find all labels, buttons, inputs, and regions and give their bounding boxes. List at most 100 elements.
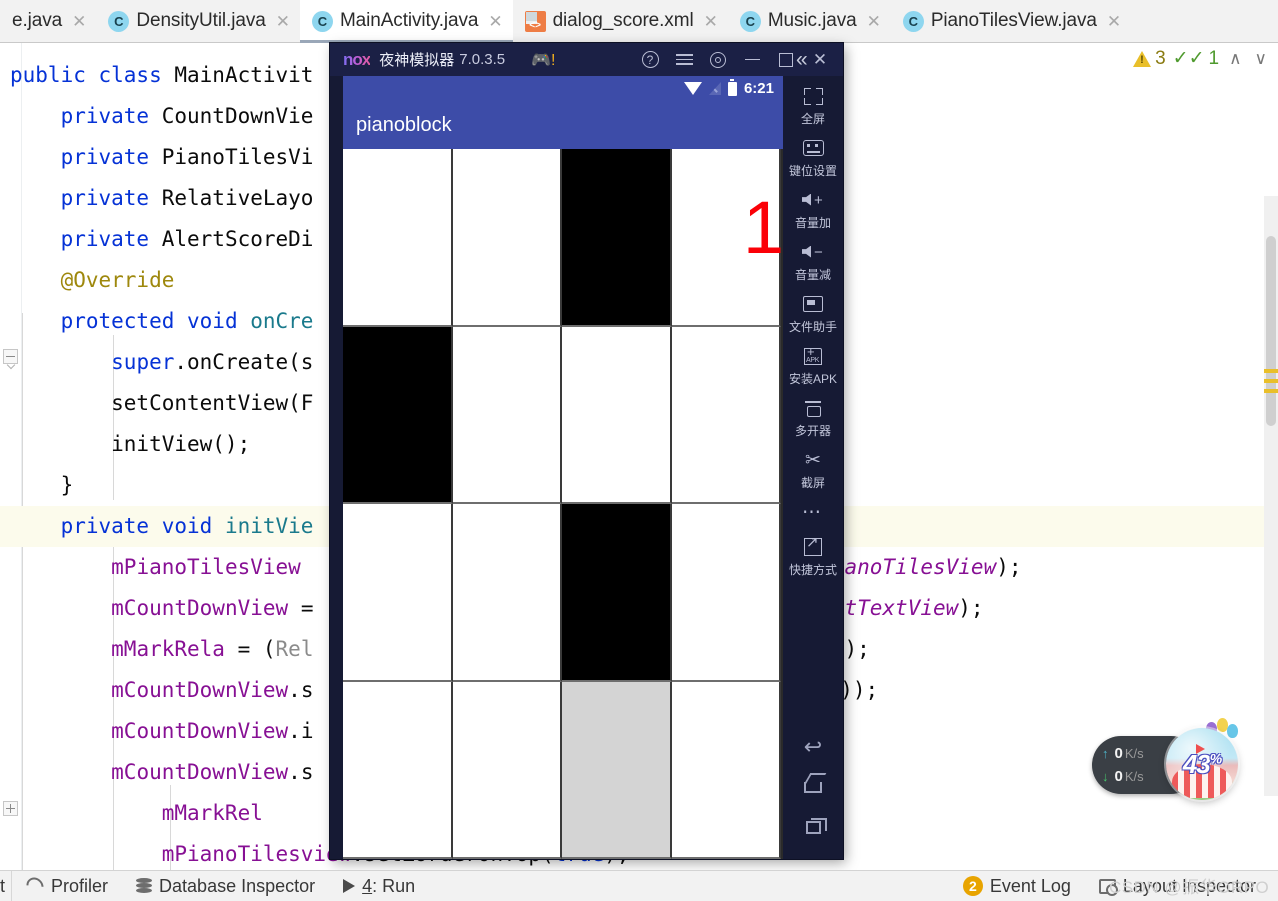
close-icon[interactable]: ✕ <box>72 13 86 30</box>
piano-tile[interactable] <box>343 326 453 504</box>
editor-tab-label: Music.java <box>767 10 857 31</box>
sidebar-volume-down[interactable]: − 音量减 <box>783 240 843 283</box>
piano-tile[interactable] <box>452 504 562 682</box>
code-line-text: private RelativeLayo <box>10 178 314 219</box>
sidebar-fullscreen[interactable]: 全屏 <box>783 84 843 127</box>
nox-title-bar[interactable]: nox 夜神模拟器 7.0.3.5 🎮! ? ✕ <box>330 43 843 76</box>
nox-emulator-window[interactable]: nox 夜神模拟器 7.0.3.5 🎮! ? ✕ 6:21 pianoblock <box>330 43 843 859</box>
sidebar-install-apk[interactable]: 安装APK <box>783 344 843 387</box>
piano-tile[interactable] <box>562 149 672 327</box>
code-token: .s <box>288 760 314 784</box>
minimize-button[interactable] <box>735 43 769 76</box>
code-line-text: } <box>10 465 74 506</box>
close-icon[interactable]: ✕ <box>704 13 718 30</box>
piano-tile[interactable] <box>562 681 672 859</box>
install-apk-icon <box>804 344 822 368</box>
piano-tile[interactable] <box>671 504 781 682</box>
piano-tiles-grid[interactable] <box>343 149 783 859</box>
sidebar-shortcut[interactable]: 快捷方式 <box>783 535 843 578</box>
piano-tile[interactable] <box>452 681 562 859</box>
status-database-inspector[interactable]: Database Inspector <box>122 876 329 897</box>
close-icon[interactable]: ✕ <box>488 13 502 30</box>
volume-down-icon: − <box>801 240 825 264</box>
close-icon[interactable]: ✕ <box>867 13 881 30</box>
editor-tab-label: MainActivity.java <box>339 10 479 31</box>
status-layout-inspector[interactable]: Layout Inspector <box>1085 876 1278 897</box>
warning-marker[interactable] <box>1264 369 1278 373</box>
warning-count-indicator[interactable]: 3 <box>1133 48 1166 70</box>
piano-tile[interactable] <box>671 326 781 504</box>
close-icon[interactable]: ✕ <box>1107 13 1121 30</box>
piano-tile[interactable] <box>671 681 781 859</box>
editor-tab-5[interactable]: C PianoTilesView.java ✕ <box>891 0 1131 42</box>
code-token: private <box>60 186 162 210</box>
weak-warning-indicator[interactable]: ✓✓ 1 <box>1173 47 1219 70</box>
weak-warning-count: 1 <box>1208 47 1220 69</box>
piano-tile[interactable] <box>343 681 453 859</box>
chevron-up-icon[interactable]: ∧ <box>1226 49 1244 69</box>
percent-sign: % <box>1209 749 1222 766</box>
help-button[interactable]: ? <box>633 43 667 76</box>
piano-tile[interactable] <box>562 326 672 504</box>
code-token: ); <box>996 555 1022 579</box>
nox-collapse-button[interactable]: « <box>796 48 808 72</box>
warning-marker[interactable] <box>1264 389 1278 393</box>
code-token: private <box>60 145 162 169</box>
nav-home-button[interactable] <box>783 767 843 807</box>
code-line-text: mMarkRel <box>10 793 263 834</box>
code-token: @Override <box>60 268 175 292</box>
scrollbar-thumb[interactable] <box>1266 236 1276 426</box>
more-dots-icon: ⋯ <box>802 501 824 523</box>
editor-tab-0[interactable]: e.java ✕ <box>0 0 96 42</box>
sidebar-file-assistant[interactable]: 文件助手 <box>783 292 843 335</box>
sidebar-screenshot[interactable]: ✂ 截屏 <box>783 448 843 491</box>
editor-tab-3[interactable]: <> dialog_score.xml ✕ <box>513 0 728 42</box>
layout-inspector-icon <box>1098 878 1118 896</box>
editor-marker-scrollbar[interactable] <box>1264 196 1278 796</box>
nav-back-button[interactable]: ↩ <box>783 727 843 767</box>
status-truncated-item[interactable]: t <box>0 876 11 897</box>
close-icon[interactable]: ✕ <box>276 13 290 30</box>
sidebar-more[interactable]: ⋯ <box>783 500 843 526</box>
nox-window-buttons: ? ✕ <box>633 43 837 76</box>
warning-triangle-icon <box>1133 50 1152 67</box>
menu-button[interactable] <box>667 43 701 76</box>
settings-button[interactable] <box>701 43 735 76</box>
home-icon <box>804 781 822 793</box>
sidebar-volume-up[interactable]: + 音量加 <box>783 188 843 231</box>
code-line-text: private AlertScoreDi <box>10 219 314 260</box>
code-token: Rel <box>275 637 314 661</box>
gamepad-alert-icon[interactable]: 🎮! <box>531 50 555 70</box>
sidebar-keymap[interactable]: 键位设置 <box>783 136 843 179</box>
code-token: MainActivit <box>174 63 314 87</box>
piano-tile[interactable] <box>452 149 562 327</box>
status-item-label: Database Inspector <box>159 875 316 896</box>
close-button[interactable]: ✕ <box>803 43 837 76</box>
warning-marker[interactable] <box>1264 379 1278 383</box>
editor-tab-1[interactable]: C DensityUtil.java ✕ <box>96 0 300 42</box>
code-token: )); <box>840 678 879 702</box>
chevron-down-icon[interactable]: ∨ <box>1252 49 1270 69</box>
code-token: ); <box>958 596 984 620</box>
status-run[interactable]: 4: Run <box>329 876 429 897</box>
piano-tile[interactable] <box>562 504 672 682</box>
editor-tab-4[interactable]: C Music.java ✕ <box>728 0 891 42</box>
nav-recents-button[interactable] <box>783 807 843 847</box>
piano-tile[interactable] <box>671 149 781 327</box>
code-token: public class <box>10 63 175 87</box>
piano-tile[interactable] <box>452 326 562 504</box>
code-line-text: @Override <box>10 260 175 301</box>
status-item-label: 4: Run <box>362 876 415 897</box>
sidebar-item-label: 快捷方式 <box>788 563 837 577</box>
piano-tile[interactable] <box>343 504 453 682</box>
piano-tile[interactable] <box>343 149 453 327</box>
sidebar-multi-instance[interactable]: 多开器 <box>783 396 843 439</box>
status-event-log[interactable]: 2 Event Log <box>949 876 1085 897</box>
cleanup-bubble-widget[interactable]: 43% <box>1166 728 1238 800</box>
editor-tab-2[interactable]: C MainActivity.java ✕ <box>299 0 513 43</box>
status-profiler[interactable]: Profiler <box>12 873 122 899</box>
